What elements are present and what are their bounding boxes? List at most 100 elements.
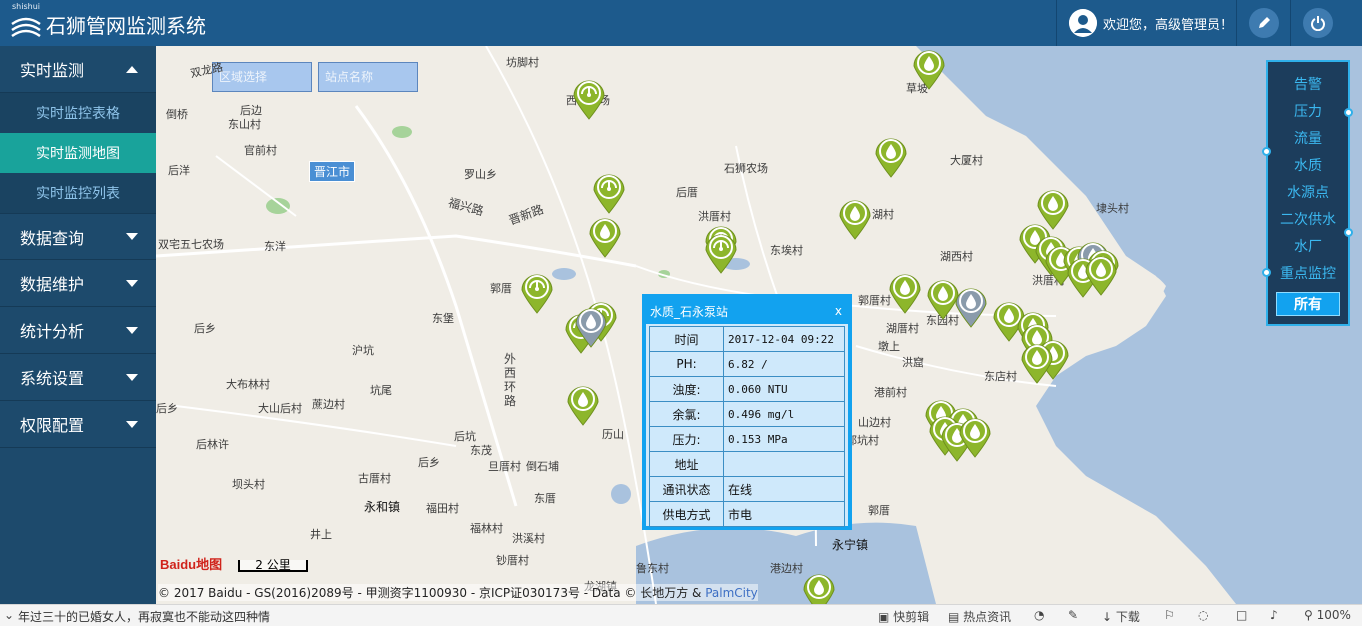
panel-connector-dot <box>1344 108 1353 117</box>
type-flow[interactable]: 流量 <box>1268 126 1348 153</box>
palmcity-link[interactable]: PalmCity <box>705 586 758 600</box>
table-row: 压力: 0.153 MPa <box>649 426 845 452</box>
zoom-control[interactable]: ⚲ 100% <box>1304 608 1351 622</box>
type-secondary-supply[interactable]: 二次供水 <box>1268 207 1348 234</box>
map-label: 福林村 <box>470 522 503 535</box>
menu-permissions[interactable]: 权限配置 <box>0 401 156 448</box>
map-label: 东茂 <box>470 444 492 457</box>
quick-cut-button[interactable]: ▣ 快剪辑 <box>878 608 929 625</box>
map-label: 湖西村 <box>940 250 973 263</box>
pin-icon[interactable]: ✎ <box>1068 608 1078 622</box>
water-quality-marker-icon[interactable] <box>1084 252 1118 296</box>
water-quality-marker-icon[interactable] <box>574 304 608 348</box>
water-quality-marker-icon[interactable] <box>954 284 988 328</box>
browser-icon[interactable]: ◌ <box>1198 608 1208 622</box>
water-quality-marker-icon[interactable] <box>958 414 992 458</box>
type-key-monitor[interactable]: 重点监控 <box>1268 261 1348 288</box>
map-label: 坊脚村 <box>506 56 539 69</box>
map-label: 福田村 <box>426 502 459 515</box>
table-row: 余氯: 0.496 mg/l <box>649 401 845 427</box>
type-water-quality[interactable]: 水质 <box>1268 153 1348 180</box>
hot-news-button[interactable]: ▤ 热点资讯 <box>948 608 1011 625</box>
map-label: 蔗边村 <box>312 398 345 411</box>
row-value: 市电 <box>723 501 845 527</box>
app-title: 石狮管网监测系统 <box>46 14 206 38</box>
popup-table: 时间 2017-12-04 09:22 PH: 6.82 / 浊度: 0.060 NT… <box>649 326 845 527</box>
map-label: 后乡 <box>194 322 216 335</box>
map-label: 坑尾 <box>370 384 392 397</box>
table-row: 供电方式 市电 <box>649 501 845 527</box>
row-key: 浊度: <box>649 376 724 402</box>
station-name-input[interactable] <box>318 62 418 92</box>
map-label: 旦厝村 <box>488 460 521 473</box>
station-type-panel: 告警 压力 流量 水质 水源点 二次供水 水厂 重点监控 所有 <box>1266 60 1350 326</box>
submenu-monitor-map[interactable]: 实时监测地图 <box>0 133 156 173</box>
map-label: 后洋 <box>168 164 190 177</box>
type-water-plant[interactable]: 水厂 <box>1268 234 1348 261</box>
water-quality-marker-icon[interactable] <box>888 270 922 314</box>
map-label: 埭头村 <box>1096 202 1129 215</box>
map-label: 大布林村 <box>226 378 270 391</box>
water-quality-marker-icon[interactable] <box>874 134 908 178</box>
map-label: 湖村 <box>872 208 894 221</box>
panel-connector-dot <box>1344 228 1353 237</box>
news-ticker-link[interactable]: 年过三十的已婚女人，再寂寞也不能动这四种情 <box>18 608 270 625</box>
map-label: 湖厝村 <box>886 322 919 335</box>
sidebar: 实时监测 实时监控表格 实时监测地图 实时监控列表 数据查询 数据维护 统计分析… <box>0 46 156 604</box>
volume-icon[interactable]: ♪ <box>1270 608 1278 622</box>
table-row: 浊度: 0.060 NTU <box>649 376 845 402</box>
map-canvas[interactable]: 晋江市 双龙路 坊脚村 西坑农场 倒桥 后边 东山村 官前村 后洋 罗山乡 石狮… <box>156 46 1362 604</box>
window-icon[interactable]: □ <box>1236 608 1247 622</box>
user-info[interactable]: 欢迎您，高级管理员！ <box>1056 0 1236 46</box>
map-label: 山边村 <box>858 416 891 429</box>
water-quality-marker-icon[interactable] <box>802 570 836 604</box>
water-quality-marker-icon[interactable] <box>838 196 872 240</box>
row-value <box>723 451 845 477</box>
user-avatar-icon <box>1069 9 1097 37</box>
speed-icon[interactable]: ◔ <box>1034 608 1044 622</box>
map-label: 港边村 <box>770 562 803 575</box>
water-quality-marker-icon[interactable] <box>588 214 622 258</box>
water-quality-marker-icon[interactable] <box>912 46 946 90</box>
chevron-down-icon <box>126 420 138 428</box>
type-water-source[interactable]: 水源点 <box>1268 180 1348 207</box>
chevron-down-icon <box>126 233 138 240</box>
pressure-station-marker-icon[interactable] <box>592 170 626 214</box>
table-row: 通讯状态 在线 <box>649 476 845 502</box>
menu-system-settings[interactable]: 系统设置 <box>0 354 156 401</box>
browser-status-bar: ⌄ 年过三十的已婚女人，再寂寞也不能动这四种情 ▣ 快剪辑 ▤ 热点资讯 ◔ ✎… <box>0 604 1362 626</box>
chevron-down-icon[interactable]: ⌄ <box>4 608 14 622</box>
baidu-map-logo[interactable]: Baidu地图 <box>160 554 222 573</box>
map-label: 倒石埔 <box>526 460 559 473</box>
chevron-down-icon <box>126 279 138 287</box>
submenu-monitor-table[interactable]: 实时监控表格 <box>0 93 156 133</box>
map-label: 井上 <box>310 528 332 541</box>
chevron-up-icon <box>126 65 138 73</box>
submenu-monitor-list[interactable]: 实时监控列表 <box>0 173 156 213</box>
menu-data-query[interactable]: 数据查询 <box>0 213 156 260</box>
chevron-down-icon <box>126 326 138 334</box>
pressure-station-marker-icon[interactable] <box>520 270 554 314</box>
pressure-station-marker-icon[interactable] <box>572 76 606 120</box>
chevron-down-icon <box>126 373 138 381</box>
menu-data-maintenance[interactable]: 数据维护 <box>0 260 156 307</box>
water-quality-marker-icon[interactable] <box>566 382 600 426</box>
popup-close-button[interactable]: x <box>835 304 842 318</box>
type-all-button[interactable]: 所有 <box>1276 292 1340 316</box>
type-alarm[interactable]: 告警 <box>1268 72 1348 99</box>
menu-statistics[interactable]: 统计分析 <box>0 307 156 354</box>
row-key: 时间 <box>649 326 724 352</box>
flag-icon[interactable]: ⚐ <box>1164 608 1175 622</box>
map-label: 后乡 <box>156 402 178 415</box>
city-label: 晋江市 <box>309 161 356 182</box>
download-button[interactable]: ↓ 下载 <box>1102 608 1140 625</box>
map-label: 港前村 <box>874 386 907 399</box>
pressure-station-marker-icon[interactable] <box>704 230 738 274</box>
menu-realtime-monitor[interactable]: 实时监测 <box>0 46 156 93</box>
logout-button[interactable] <box>1290 0 1344 46</box>
row-key: PH: <box>649 351 724 377</box>
type-pressure[interactable]: 压力 <box>1268 99 1348 126</box>
region-select-input[interactable] <box>212 62 312 92</box>
edit-button[interactable] <box>1236 0 1290 46</box>
water-quality-marker-icon[interactable] <box>1020 340 1054 384</box>
